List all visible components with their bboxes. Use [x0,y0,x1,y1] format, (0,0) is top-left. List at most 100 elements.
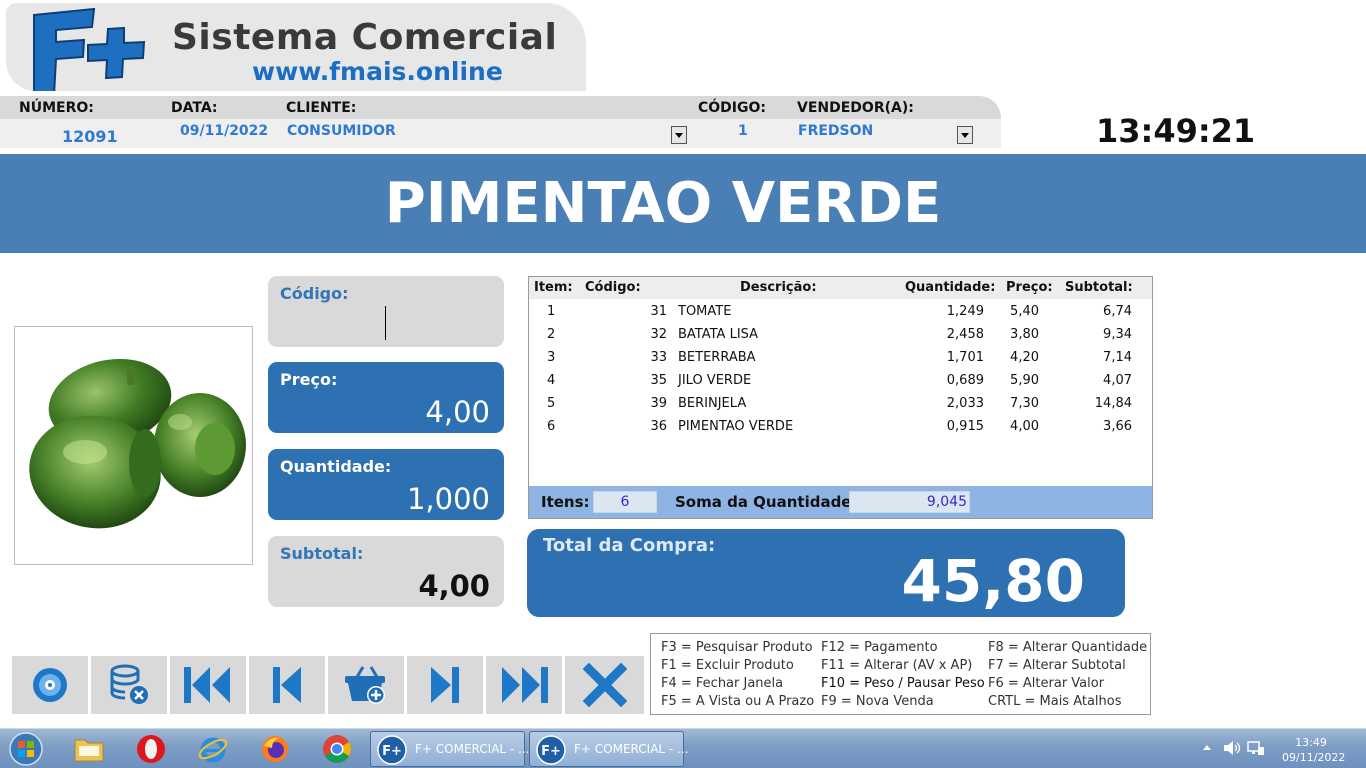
opera-icon [137,735,165,763]
taskbar-app-label: F+ COMERCIAL - ... [415,742,530,756]
logo-mark-icon [33,7,146,91]
product-image [14,326,253,565]
cell-preco: 5,40 [1010,304,1039,319]
cliente-select[interactable]: CONSUMIDOR [287,123,396,139]
col-descricao: Descrição: [740,280,817,295]
cell-descricao: BETERRABA [678,350,756,365]
folder-icon [74,739,104,762]
first-record-button[interactable] [170,656,249,714]
codigo-value[interactable]: 1 [738,123,748,139]
shortcut-f5: F5 = A Vista ou A Prazo [661,694,815,709]
shortcut-f7: F7 = Alterar Subtotal [988,658,1126,673]
vendedor-dropdown-button[interactable] [957,126,973,144]
cell-quantidade: 2,458 [946,327,984,342]
close-button[interactable] [565,656,644,714]
shortcut-f8: F8 = Alterar Quantidade [988,640,1148,655]
taskbar-file-explorer[interactable] [73,733,105,765]
next-record-button[interactable] [407,656,486,714]
add-to-basket-button[interactable] [328,656,407,714]
shortcuts-legend: F3 = Pesquisar Produto F12 = Pagamento F… [650,633,1151,715]
quantidade-field-label: Quantidade: [280,457,392,476]
close-icon [582,663,627,707]
volume-icon[interactable] [1223,740,1241,756]
cell-item: 6 [547,419,556,434]
product-name: PIMENTAO VERDE [384,171,942,236]
items-table[interactable]: Item: Código: Descrição: Quantidade: Pre… [528,276,1153,519]
taskbar-app-fmais-1[interactable]: F+ F+ COMERCIAL - ... [370,731,530,767]
codigo-input[interactable]: Código: [268,276,504,347]
cell-codigo: 35 [650,373,667,388]
shortcut-f4: F4 = Fechar Janela [661,676,784,691]
cell-subtotal: 9,34 [1103,327,1132,342]
internet-explorer-icon [198,737,228,763]
preco-field-value: 4,00 [425,395,490,429]
quantidade-field-value: 1,000 [406,482,490,516]
cell-preco: 4,20 [1010,350,1039,365]
data-value[interactable]: 09/11/2022 [180,123,268,139]
start-button[interactable] [6,732,46,766]
cliente-label: CLIENTE: [286,100,357,116]
total-value: 45,80 [901,547,1085,615]
system-clock[interactable]: 13:49 09/11/2022 [1282,735,1346,765]
taskbar-app-label: F+ COMERCIAL - ... [574,742,689,756]
pepper-image-icon [29,358,246,529]
shortcut-ctrl: CRTL = Mais Atalhos [988,694,1122,709]
disc-icon [33,668,67,702]
taskbar-internet-explorer[interactable] [197,733,229,765]
disc-button[interactable] [12,656,91,714]
fmais-icon-text: F+ [541,744,561,759]
quantidade-field[interactable]: Quantidade: 1,000 [268,449,504,520]
cliente-dropdown-button[interactable] [671,126,687,144]
delete-record-button[interactable] [91,656,170,714]
last-record-icon [502,667,548,703]
table-header: Item: Código: Descrição: Quantidade: Pre… [529,277,1152,299]
logo-title: Sistema Comercial [172,17,558,58]
numero-label: NÚMERO: [19,100,94,116]
fmais-app-icon: F+ [536,735,566,765]
previous-record-button[interactable] [249,656,328,714]
numero-value: 12091 [62,127,118,146]
taskbar-chrome[interactable] [321,733,353,765]
previous-record-icon [273,667,301,703]
cell-descricao: PIMENTAO VERDE [678,419,794,434]
itens-count: 6 [593,491,657,513]
subtotal-field-value: 4,00 [418,569,490,603]
cell-subtotal: 3,66 [1103,419,1132,434]
cell-subtotal: 7,14 [1103,350,1132,365]
total-label: Total da Compra: [543,535,716,556]
cell-codigo: 36 [650,419,667,434]
vendedor-label: VENDEDOR(A): [797,100,914,116]
chrome-icon [323,735,351,763]
subtotal-field: Subtotal: 4,00 [268,536,504,607]
show-hidden-icons-icon[interactable] [1203,744,1211,752]
last-record-button[interactable] [486,656,565,714]
system-date: 09/11/2022 [1282,751,1346,764]
soma-value: 9,045 [849,491,970,513]
network-icon[interactable] [1247,740,1265,756]
cell-descricao: JILO VERDE [678,373,752,388]
cell-item: 4 [547,373,556,388]
col-preco: Preço: [1006,280,1053,295]
product-banner: PIMENTAO VERDE [0,154,1366,253]
app-window: Sistema Comercial www.fmais.online NÚMER… [0,0,1366,768]
col-subtotal: Subtotal: [1065,280,1133,295]
cell-item: 1 [547,304,556,319]
basket-add-icon [345,666,385,704]
cell-item: 3 [547,350,556,365]
text-caret [385,306,386,340]
action-toolbar [12,656,644,714]
logo: Sistema Comercial www.fmais.online [6,3,586,91]
cell-quantidade: 1,249 [946,304,984,319]
cell-item: 2 [547,327,556,342]
next-record-icon [431,667,459,703]
vendedor-select[interactable]: FREDSON [798,123,873,139]
cell-subtotal: 14,84 [1094,396,1132,411]
taskbar-opera[interactable] [135,733,167,765]
preco-field[interactable]: Preço: 4,00 [268,362,504,433]
taskbar-app-fmais-2[interactable]: F+ F+ COMERCIAL - ... [529,731,689,767]
cell-quantidade: 1,701 [946,350,984,365]
taskbar-firefox[interactable] [259,733,291,765]
shortcut-f12: F12 = Pagamento [821,640,938,655]
taskbar: F+ F+ COMERCIAL - ... F+ F+ COMERCIAL - … [0,728,1366,768]
col-quantidade: Quantidade: [905,280,996,295]
